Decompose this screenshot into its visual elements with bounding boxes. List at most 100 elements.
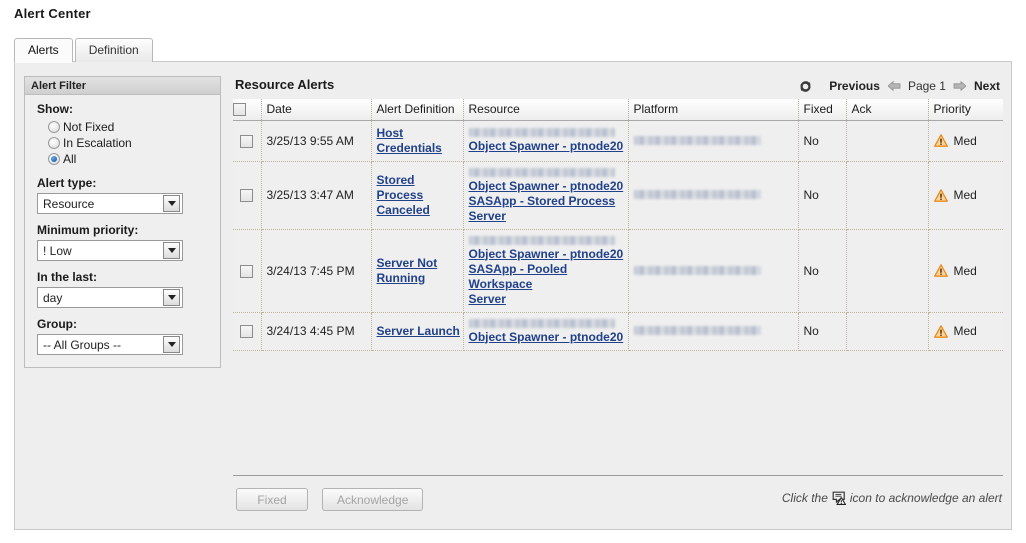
in-the-last-label: In the last: <box>37 270 98 284</box>
cell-platform <box>628 120 799 162</box>
cell-alert-definition: Stored Process Canceled <box>371 161 464 230</box>
resource-link[interactable]: Object Spawner - ptnode20 <box>469 179 628 194</box>
table-row: 3/24/13 7:45 PM Server Not Running Object S… <box>233 229 1003 313</box>
alert-definition-link[interactable]: Credentials <box>377 141 463 156</box>
arrow-right-icon[interactable] <box>953 80 966 92</box>
column-header-resource[interactable]: Resource <box>463 99 629 121</box>
cell-ack[interactable] <box>846 120 929 162</box>
alert-type-label: Alert type: <box>37 176 97 190</box>
footer-divider <box>233 475 1003 476</box>
row-select-cell[interactable] <box>233 120 262 162</box>
minimum-priority-label: Minimum priority: <box>37 223 139 237</box>
resource-link[interactable]: Server <box>469 209 628 224</box>
resource-link[interactable]: SASApp - Stored Process <box>469 194 628 209</box>
alert-definition-link[interactable]: Running <box>377 271 463 286</box>
in-the-last-value: day <box>43 290 63 305</box>
row-checkbox[interactable] <box>240 325 254 339</box>
column-header-date[interactable]: Date <box>261 99 372 121</box>
resource-link[interactable]: Object Spawner - ptnode20 <box>469 139 628 154</box>
redacted-resource-text <box>468 128 615 137</box>
redacted-platform-text <box>633 326 762 335</box>
radio-not-fixed[interactable]: Not Fixed <box>48 119 208 135</box>
radio-all[interactable]: All <box>48 151 208 167</box>
page-title: Alert Center <box>14 6 91 21</box>
table-row: 3/25/13 9:55 AM Host Credentials Object Spa… <box>233 120 1003 162</box>
cell-ack[interactable] <box>846 161 929 230</box>
radio-label-all: All <box>63 152 77 166</box>
alert-filter-header: Alert Filter <box>25 77 220 95</box>
radio-in-escalation[interactable]: In Escalation <box>48 135 208 151</box>
column-header-ack[interactable]: Ack <box>846 99 929 121</box>
arrow-left-icon[interactable] <box>887 80 901 92</box>
content-panel: Alert Filter Show: Not Fixed In Escalati… <box>14 61 1012 530</box>
table-header-row: Date Alert Definition Resource Platform … <box>233 99 1003 121</box>
priority-label: Med <box>953 188 977 202</box>
select-all-header[interactable] <box>233 99 262 121</box>
next-page-button[interactable]: Next <box>972 79 1002 93</box>
redacted-resource-text <box>468 235 615 245</box>
select-all-checkbox[interactable] <box>233 103 246 117</box>
refresh-icon[interactable] <box>798 79 813 94</box>
resource-link[interactable]: Server <box>469 292 628 307</box>
row-select-cell[interactable] <box>233 312 262 351</box>
alert-definition-link[interactable]: Server Not <box>377 256 463 271</box>
alert-definition-link[interactable]: Host <box>377 126 463 141</box>
page-number: Page 1 <box>907 79 946 93</box>
in-the-last-select[interactable]: day <box>37 287 183 308</box>
resource-link[interactable]: Object Spawner - ptnode20 <box>469 247 628 262</box>
column-header-priority[interactable]: Priority <box>928 99 1003 121</box>
warning-triangle-icon <box>933 134 948 147</box>
cell-fixed: No <box>798 120 847 162</box>
table-row: 3/24/13 4:45 PM Server Launch Object Spawn… <box>233 312 1003 351</box>
column-header-platform[interactable]: Platform <box>628 99 799 121</box>
cell-fixed: No <box>798 229 847 313</box>
row-select-cell[interactable] <box>233 161 262 230</box>
tab-alerts[interactable]: Alerts <box>14 38 73 63</box>
alert-type-select[interactable]: Resource <box>37 193 183 214</box>
minimum-priority-select[interactable]: ! Low <box>37 240 183 261</box>
alert-definition-link[interactable]: Stored Process <box>377 173 463 203</box>
cell-ack[interactable] <box>846 229 929 313</box>
redacted-platform-text <box>633 265 762 275</box>
acknowledge-button[interactable]: Acknowledge <box>322 488 424 511</box>
row-checkbox[interactable] <box>240 264 254 278</box>
row-select-cell[interactable] <box>233 229 262 313</box>
radio-label-in-escalation: In Escalation <box>63 136 132 150</box>
chevron-down-icon[interactable] <box>163 289 180 306</box>
alert-filter-panel: Alert Filter Show: Not Fixed In Escalati… <box>24 76 221 368</box>
group-select[interactable]: -- All Groups -- <box>37 334 183 355</box>
radio-icon-in-escalation[interactable] <box>48 137 60 149</box>
redacted-platform-text <box>633 190 762 199</box>
fixed-button[interactable]: Fixed <box>236 488 308 511</box>
row-checkbox[interactable] <box>240 189 254 203</box>
cell-resource: Object Spawner - ptnode20 <box>463 312 629 351</box>
resource-link[interactable]: Object Spawner - ptnode20 <box>469 330 628 345</box>
redacted-resource-text <box>468 167 615 177</box>
column-header-alert-definition[interactable]: Alert Definition <box>371 99 464 121</box>
alert-definition-link[interactable]: Canceled <box>377 203 463 218</box>
cell-platform <box>628 161 799 230</box>
hint-suffix-text: icon to acknowledge an alert <box>849 491 1002 505</box>
cell-ack[interactable] <box>846 312 929 351</box>
chevron-down-icon[interactable] <box>163 336 180 353</box>
cell-date: 3/25/13 9:55 AM <box>261 120 372 162</box>
cell-date: 3/24/13 7:45 PM <box>261 229 372 313</box>
cell-date: 3/24/13 4:45 PM <box>261 312 372 351</box>
column-header-fixed[interactable]: Fixed <box>798 99 847 121</box>
alert-definition-link[interactable]: Server Launch <box>377 324 463 339</box>
radio-icon-not-fixed[interactable] <box>48 121 60 133</box>
alert-type-value: Resource <box>43 196 95 211</box>
warning-triangle-icon <box>933 324 948 338</box>
chevron-down-icon[interactable] <box>163 242 180 259</box>
priority-label: Med <box>953 133 977 148</box>
row-checkbox[interactable] <box>240 134 254 148</box>
tab-definition[interactable]: Definition <box>74 38 153 62</box>
acknowledge-hint: Click the icon to acknowledge an alert <box>782 491 1002 505</box>
cell-alert-definition: Host Credentials <box>371 120 464 162</box>
previous-page-button[interactable]: Previous <box>827 79 882 93</box>
resource-link[interactable]: SASApp - Pooled Workspace <box>469 262 628 292</box>
show-label: Show: <box>37 102 73 116</box>
chevron-down-icon[interactable] <box>163 195 180 212</box>
cell-alert-definition: Server Launch <box>371 312 464 351</box>
radio-icon-all[interactable] <box>48 153 60 165</box>
